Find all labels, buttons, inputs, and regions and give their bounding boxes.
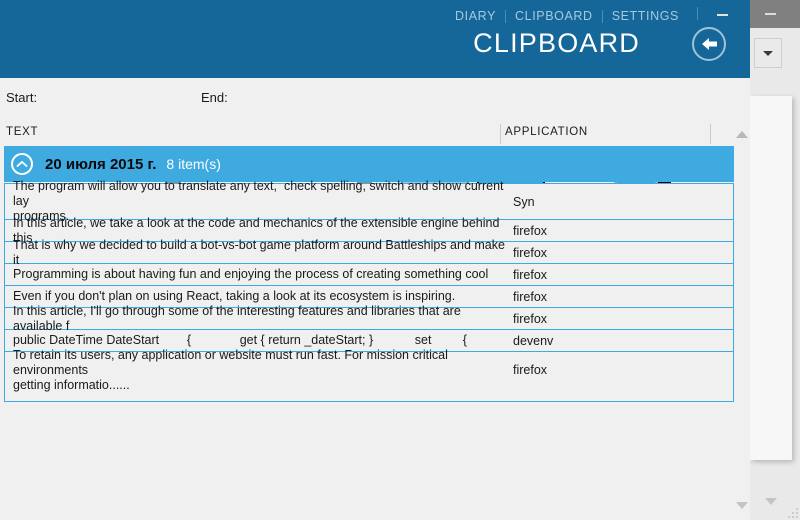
start-date-label: Start: bbox=[6, 90, 38, 105]
back-button[interactable] bbox=[692, 27, 726, 61]
back-arrow-icon bbox=[702, 38, 717, 50]
screen-root: DIARY CLIPBOARD SETTINGS CLIPBOARD Start… bbox=[0, 0, 800, 520]
row-application-cell: firefox bbox=[513, 245, 548, 260]
nav-link-clipboard[interactable]: CLIPBOARD bbox=[506, 9, 602, 23]
resize-grip-icon[interactable] bbox=[784, 504, 798, 518]
list-column-headers: TEXT APPLICATION bbox=[0, 124, 750, 146]
table-row[interactable]: That is why we decided to build a bot-vs… bbox=[5, 238, 733, 267]
table-row[interactable]: Programming is about having fun and enjo… bbox=[5, 264, 733, 286]
row-text-cell: Even if you don't plan on using React, t… bbox=[13, 289, 456, 303]
row-text-cell: public DateTime DateStart { get { return… bbox=[13, 333, 467, 347]
background-scroll-down-button[interactable] bbox=[762, 492, 780, 510]
app-header: DIARY CLIPBOARD SETTINGS CLIPBOARD bbox=[0, 0, 750, 78]
clipboard-app-window: DIARY CLIPBOARD SETTINGS CLIPBOARD Start… bbox=[0, 0, 750, 520]
row-application-cell: firefox bbox=[513, 267, 548, 282]
minimize-icon bbox=[716, 14, 728, 16]
nav-divider bbox=[697, 7, 698, 20]
group-count-label: 8 item(s) bbox=[166, 156, 221, 172]
chevron-up-icon[interactable] bbox=[11, 153, 33, 175]
row-text-cell: That is why we decided to build a bot-vs… bbox=[13, 237, 505, 267]
background-minimize-button[interactable] bbox=[750, 0, 790, 28]
scroll-down-arrow-icon bbox=[736, 501, 748, 509]
row-application-cell: firefox bbox=[513, 311, 548, 326]
column-header-text[interactable]: TEXT bbox=[6, 126, 38, 138]
row-application-cell: devenv bbox=[513, 333, 554, 348]
column-divider bbox=[710, 124, 711, 144]
column-divider bbox=[500, 124, 501, 144]
scroll-down-arrow-icon bbox=[765, 497, 777, 505]
top-navigation: DIARY CLIPBOARD SETTINGS bbox=[446, 6, 688, 26]
row-text-cell: In this article, I'll go through some of… bbox=[13, 303, 465, 333]
table-row[interactable]: To retain its users, any application or … bbox=[5, 348, 733, 392]
page-title: CLIPBOARD bbox=[473, 28, 640, 58]
row-text-cell: Programming is about having fun and enjo… bbox=[13, 267, 489, 281]
row-application-cell: firefox bbox=[513, 289, 548, 304]
background-dropdown-button[interactable] bbox=[754, 38, 782, 68]
end-date-label: End: bbox=[201, 90, 228, 105]
group-date-label: 20 июля 2015 г. bbox=[45, 155, 157, 173]
column-header-application[interactable]: APPLICATION bbox=[505, 126, 588, 138]
window-minimize-button[interactable] bbox=[702, 4, 742, 26]
list-scroll-up-button[interactable] bbox=[735, 127, 749, 141]
filter-toolbar: Start: 13.07.2015 14 End: 20.07.2015 14 … bbox=[0, 78, 750, 189]
caret-down-icon bbox=[763, 50, 773, 56]
row-application-cell: firefox bbox=[513, 363, 548, 377]
clipboard-list: The program will allow you to translate … bbox=[4, 179, 734, 402]
minimize-icon bbox=[764, 13, 776, 15]
nav-link-diary[interactable]: DIARY bbox=[446, 9, 505, 23]
list-scroll-down-button[interactable] bbox=[735, 498, 749, 512]
row-application-cell: firefox bbox=[513, 223, 548, 238]
group-header-row[interactable]: 20 июля 2015 г. 8 item(s) bbox=[4, 146, 734, 182]
background-window-titlebar bbox=[742, 0, 800, 28]
nav-link-settings[interactable]: SETTINGS bbox=[603, 9, 688, 23]
scroll-up-arrow-icon bbox=[736, 130, 748, 138]
table-row[interactable]: In this article, I'll go through some of… bbox=[5, 304, 733, 333]
row-text-cell: To retain its users, any application or … bbox=[13, 347, 448, 392]
row-application-cell: Syn bbox=[513, 194, 535, 209]
background-window-panel bbox=[750, 96, 792, 460]
